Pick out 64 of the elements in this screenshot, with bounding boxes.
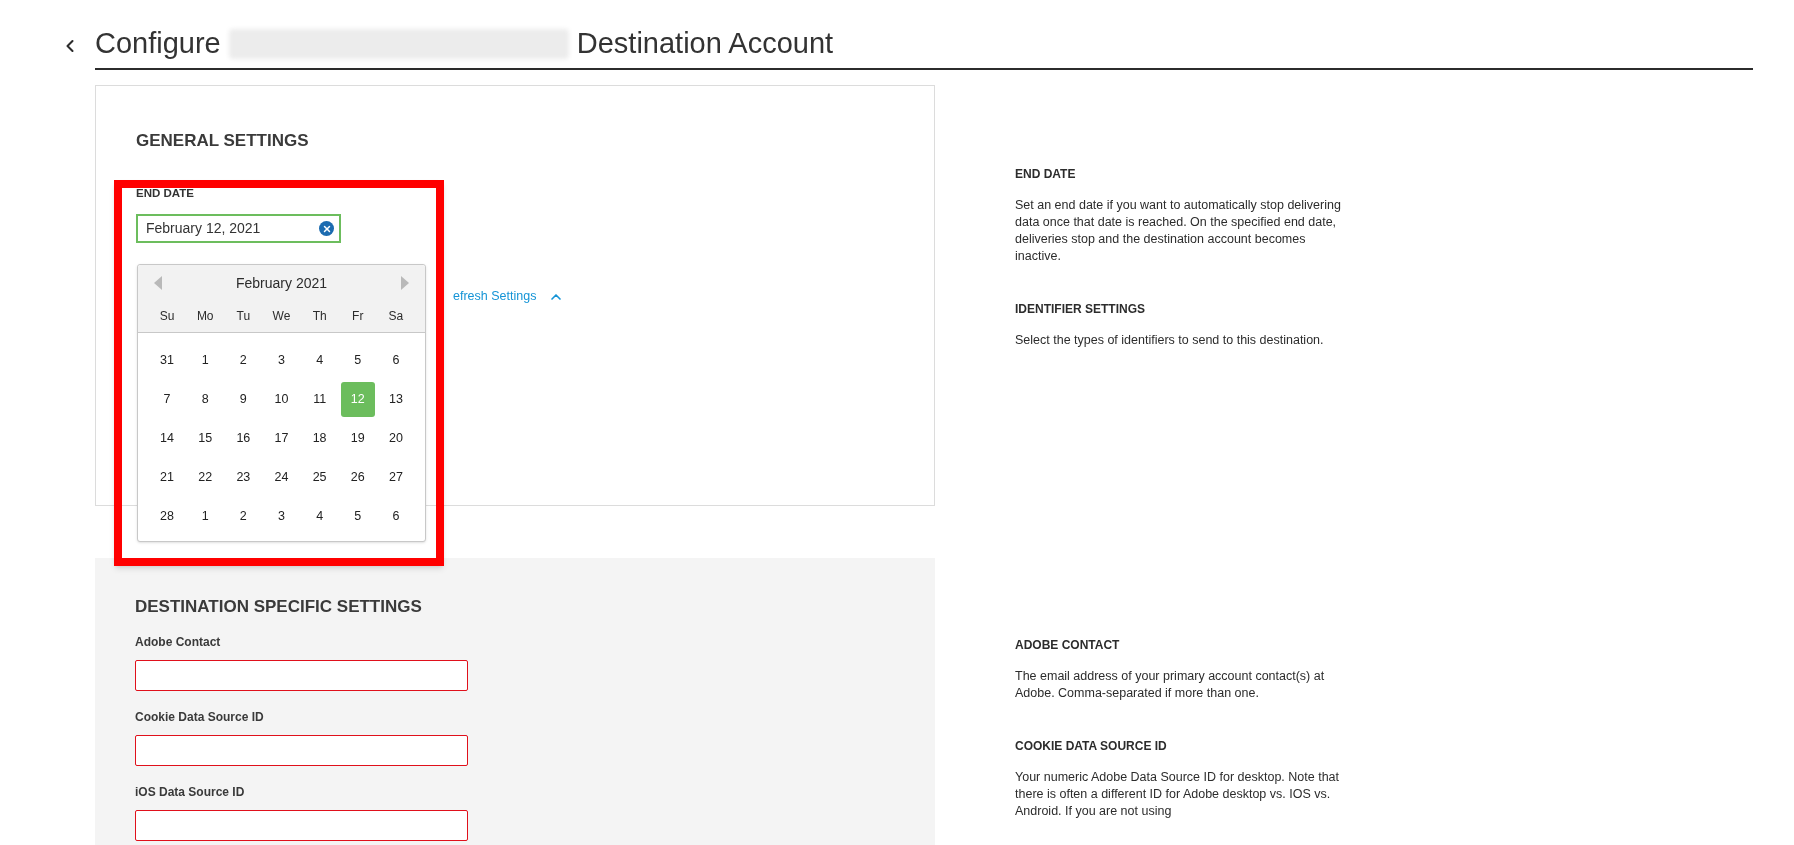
calendar-day[interactable]: 4 [302, 342, 337, 378]
calendar-day[interactable]: 11 [302, 381, 337, 417]
calendar-day[interactable]: 1 [188, 342, 223, 378]
calendar-day[interactable]: 10 [264, 381, 299, 417]
text-field[interactable] [135, 660, 468, 691]
field-label: Adobe Contact [135, 634, 222, 651]
calendar-day[interactable]: 2 [226, 342, 261, 378]
text-field[interactable] [135, 735, 468, 766]
calendar-day[interactable]: 4 [302, 498, 337, 534]
help-text: Your numeric Adobe Data Source ID for desktop. Note that there is often a different ID for Adobe desktop vs. IOS vs. Android. If you are not using [1015, 768, 1341, 820]
calendar-day[interactable]: 18 [302, 420, 337, 456]
calendar-day[interactable]: 6 [378, 498, 413, 534]
help-text: Set an end date if you want to automatically stop delivering data once that date is reached. On the specified end date, deliveries stop and the destination account becomes inactive. [1015, 196, 1342, 265]
calendar-day[interactable]: 15 [188, 420, 223, 456]
month-title: February 2021 [235, 273, 328, 293]
section-heading: GENERAL SETTINGS [136, 129, 310, 152]
weekday-label: Th [311, 307, 328, 325]
calendar-day[interactable]: 17 [264, 420, 299, 456]
weekday-label: Mo [195, 307, 215, 325]
calendar-day[interactable]: 23 [226, 459, 261, 495]
calendar-day[interactable]: 5 [340, 498, 375, 534]
help-title: END DATE [1015, 165, 1077, 183]
calendar-day[interactable]: 27 [378, 459, 413, 495]
field-label: Cookie Data Source ID [135, 709, 265, 726]
calendar-day[interactable]: 1 [188, 498, 223, 534]
help-text: The email address of your primary account contact(s) at Adobe. Comma-separated if more than one. [1015, 667, 1326, 702]
calendar-day[interactable]: 9 [226, 381, 261, 417]
calendar-day[interactable]: 2 [226, 498, 261, 534]
clear-icon[interactable] [319, 221, 334, 237]
calendar-day[interactable]: 5 [340, 342, 375, 378]
calendar-day[interactable]: 16 [226, 420, 261, 456]
calendar-day[interactable]: 20 [378, 420, 413, 456]
page-title: Configure [95, 26, 221, 61]
calendar-day[interactable]: 31 [150, 342, 185, 378]
calendar-day[interactable]: 6 [378, 342, 413, 378]
calendar-day[interactable]: 26 [340, 459, 375, 495]
help-title: ADOBE CONTACT [1015, 636, 1121, 654]
help-title: IDENTIFIER SETTINGS [1015, 300, 1146, 318]
calendar-day[interactable]: 25 [302, 459, 337, 495]
calendar-day[interactable]: 24 [264, 459, 299, 495]
field-label: END DATE [136, 186, 195, 201]
calendar-day[interactable]: 7 [150, 381, 185, 417]
refresh-settings-link[interactable]: efresh Settings [453, 287, 537, 306]
calendar-day[interactable]: 8 [188, 381, 223, 417]
end-date-field[interactable]: February 12, 2021 [136, 214, 341, 244]
calendar-day[interactable]: 14 [150, 420, 185, 456]
text-field[interactable] [135, 810, 468, 841]
calendar-day[interactable]: 3 [264, 342, 299, 378]
calendar-day[interactable]: 13 [378, 381, 413, 417]
calendar-day[interactable]: 3 [264, 498, 299, 534]
section-heading: DESTINATION SPECIFIC SETTINGS [135, 595, 423, 618]
weekday-label: Su [158, 307, 176, 325]
weekday-label: Sa [387, 307, 405, 325]
weekday-label: We [271, 307, 292, 325]
calendar-day[interactable]: 19 [340, 420, 375, 456]
help-text: Select the types of identifiers to send to this destination. [1015, 331, 1325, 349]
calendar-day[interactable]: 28 [150, 498, 185, 534]
calendar-day[interactable]: 21 [150, 459, 185, 495]
weekday-label: Tu [235, 307, 252, 325]
calendar-day[interactable]: 22 [188, 459, 223, 495]
page-title: Destination Account [576, 26, 834, 61]
help-title: COOKIE DATA SOURCE ID [1015, 737, 1168, 755]
weekday-label: Fr [351, 307, 365, 325]
field-label: iOS Data Source ID [135, 784, 246, 801]
